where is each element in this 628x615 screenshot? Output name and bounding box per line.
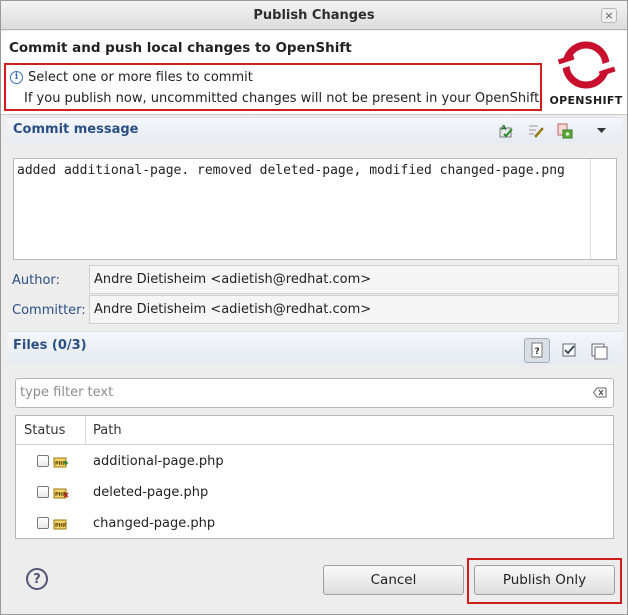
committer-field[interactable]: Andre Dietisheim <adietish@redhat.com>	[89, 295, 619, 324]
php-file-modified-icon: PHP	[53, 519, 67, 530]
commit-message-section-header: Commit message A	[7, 117, 623, 143]
deselect-all-button[interactable]	[585, 338, 611, 363]
files-title: Files (0/3)	[13, 338, 87, 353]
svg-text:A: A	[501, 124, 507, 132]
file-checkbox[interactable]	[37, 517, 49, 529]
php-file-removed-icon: PHP	[53, 488, 69, 499]
dialog-header: Commit and push local changes to OpenShi…	[1, 31, 627, 115]
window-title: Publish Changes	[253, 8, 375, 23]
file-path: deleted-page.php	[93, 485, 209, 500]
select-all-button[interactable]	[556, 338, 582, 363]
edit-message-icon[interactable]	[527, 122, 544, 139]
file-path: changed-page.php	[93, 516, 216, 531]
clear-filter-icon[interactable]	[593, 387, 607, 398]
svg-text:?: ?	[535, 347, 540, 357]
info-message-line2: If you publish now, uncommitted changes …	[24, 91, 540, 106]
publish-changes-dialog: Publish Changes × Commit and push local …	[0, 0, 628, 615]
untracked-file-icon: ?	[531, 342, 543, 358]
uncheck-all-icon	[591, 343, 608, 360]
path-column-header[interactable]: Path	[86, 416, 122, 445]
author-label: Author:	[12, 273, 60, 288]
files-table-header: Status Path	[16, 416, 613, 445]
table-row[interactable]: PHP additional-page.php	[16, 447, 613, 477]
files-table: Status Path PHP additional-page.php PHP …	[15, 415, 614, 539]
publish-only-button[interactable]: Publish Only	[474, 565, 615, 595]
filter-input[interactable]: type filter text	[15, 378, 614, 408]
commit-message-text: added additional-page. removed deleted-p…	[17, 163, 565, 178]
openshift-logo-text: OPENSHIFT	[549, 94, 623, 107]
filter-placeholder: type filter text	[20, 385, 114, 400]
close-button[interactable]: ×	[601, 8, 617, 23]
show-untracked-toggle[interactable]: ?	[524, 338, 550, 363]
file-checkbox[interactable]	[37, 455, 49, 467]
help-icon[interactable]: ?	[26, 568, 48, 590]
commit-message-scrollbar[interactable]	[590, 159, 616, 259]
cancel-button[interactable]: Cancel	[323, 565, 464, 595]
status-column-header[interactable]: Status	[16, 416, 86, 445]
info-message: i Select one or more files to commit If …	[4, 63, 542, 111]
svg-text:PHP: PHP	[55, 523, 67, 529]
spell-check-icon[interactable]: A	[498, 122, 515, 139]
chevron-down-icon[interactable]	[593, 122, 610, 139]
file-checkbox[interactable]	[37, 486, 49, 498]
table-row[interactable]: PHP changed-page.php	[16, 509, 613, 539]
info-icon: i	[10, 71, 23, 84]
check-all-icon	[562, 343, 576, 357]
title-bar: Publish Changes ×	[1, 1, 627, 30]
openshift-logo: OPENSHIFT	[549, 36, 623, 110]
dialog-title: Commit and push local changes to OpenShi…	[9, 40, 352, 56]
commit-message-input[interactable]: added additional-page. removed deleted-p…	[13, 158, 617, 260]
php-file-added-icon: PHP	[53, 457, 68, 468]
committer-label: Committer:	[12, 303, 86, 318]
signed-off-icon[interactable]	[556, 122, 573, 139]
file-path: additional-page.php	[93, 454, 224, 469]
author-field[interactable]: Andre Dietisheim <adietish@redhat.com>	[89, 265, 619, 294]
svg-text:PHP: PHP	[55, 461, 67, 467]
info-message-line1: Select one or more files to commit	[28, 70, 253, 85]
table-row[interactable]: PHP deleted-page.php	[16, 478, 613, 508]
commit-message-title: Commit message	[13, 122, 139, 137]
openshift-logo-icon	[557, 41, 616, 89]
